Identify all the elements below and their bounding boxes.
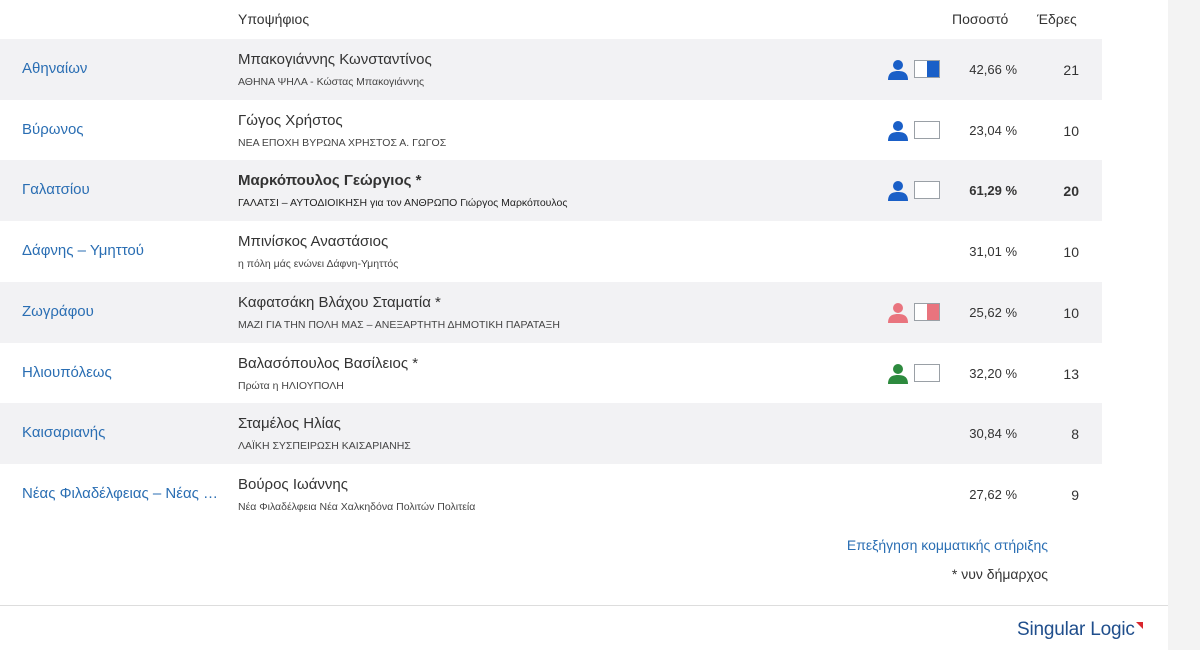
municipality-link[interactable]: Δάφνης – Υμηττού [22, 242, 144, 259]
person-icon [888, 60, 908, 80]
person-icon [888, 120, 908, 141]
seats-value: 21 [1063, 62, 1079, 78]
candidate-name: Μπακογιάννης Κωνσταντίνος [238, 51, 432, 68]
table-header: Υποψήφιος Ποσοστό Έδρες [0, 0, 1102, 38]
logo-mark-icon [1135, 622, 1143, 629]
person-icon [888, 363, 908, 384]
logo-text-singular: Singular [1017, 619, 1086, 640]
support-level-box [914, 363, 940, 382]
results-panel: Υποψήφιος Ποσοστό Έδρες Αθηναίων Μπακογιά… [0, 0, 1168, 650]
party-name: Πρώτα η ΗΛΙΟΥΠΟΛΗ [238, 379, 344, 392]
party-name: Νέα Φιλαδέλφεια Νέα Χαλκηδόνα Πολιτών Πο… [238, 500, 476, 513]
party-name: ΜΑΖΙ ΓΙΑ ΤΗΝ ΠΟΛΗ ΜΑΣ – ΑΝΕΞΑΡΤΗΤΗ ΔΗΜΟΤ… [238, 318, 560, 331]
percentage-value: 25,62 % [969, 304, 1017, 320]
header-candidate: Υποψήφιος [238, 11, 310, 27]
candidate-name: Μπινίσκος Αναστάσιος [238, 233, 389, 251]
table-row: Γαλατσίου Μαρκόπουλος Γεώργιος * ΓΑΛΑΤΣΙ –… [0, 160, 1102, 222]
person-icon [888, 302, 908, 323]
percentage-value: 42,66 % [969, 62, 1017, 77]
percentage-value: 23,04 % [969, 122, 1017, 138]
seats-value: 9 [1071, 486, 1079, 503]
support-level-box [914, 302, 940, 321]
logo-text-logic: Logic [1090, 619, 1135, 640]
candidate-name: Μαρκόπουλος Γεώργιος * [238, 172, 422, 190]
municipality-link[interactable]: Αθηναίων [22, 60, 87, 77]
table-row: Ηλιουπόλεως Βαλασόπουλος Βασίλειος * Πρώτα… [0, 343, 1102, 404]
candidate-name: Σταμέλος Ηλίας [238, 415, 341, 433]
percentage-value: 61,29 % [969, 183, 1017, 199]
seats-value: 13 [1063, 365, 1079, 382]
party-name: ΓΑΛΑΤΣΙ – ΑΥΤΟΔΙΟΙΚΗΣΗ για τον ΑΝΘΡΩΠΟ Γ… [238, 197, 568, 210]
municipality-link[interactable]: Ηλιουπόλεως [22, 364, 112, 381]
person-icon [888, 181, 908, 202]
candidate-name: Βαλασόπουλος Βασίλειος * [238, 354, 419, 372]
municipality-link[interactable]: Νέας Φιλαδέλφειας – Νέας Χαλκηδόνας [22, 485, 227, 502]
header-seats: Έδρες [1037, 11, 1077, 27]
seats-value: 20 [1063, 183, 1079, 200]
seats-value: 8 [1071, 426, 1079, 443]
percentage-value: 30,84 % [969, 426, 1017, 442]
party-support-indicator[interactable] [887, 120, 942, 142]
party-name: ΑΘΗΝΑ ΨΗΛΑ - Κώστας Μπακογιάννης [238, 76, 425, 88]
support-level-box [914, 60, 940, 78]
percentage-value: 31,01 % [969, 244, 1017, 260]
table-row: Ζωγράφου Καφατσάκη Βλάχου Σταματία * ΜΑΖΙ … [0, 281, 1102, 343]
party-support-indicator[interactable] [887, 180, 942, 202]
party-support-indicator[interactable] [887, 302, 942, 324]
party-name: ΝΕΑ ΕΠΟΧΗ ΒΥΡΩΝΑ ΧΡΗΣΤΟΣ Α. ΓΩΓΟΣ [238, 136, 447, 149]
candidate-name: Γώγος Χρήστος [238, 111, 343, 129]
incumbent-mayor-note: * νυν δήμαρχος [951, 566, 1048, 582]
municipality-link[interactable]: Ζωγράφου [22, 303, 94, 320]
percentage-value: 27,62 % [969, 486, 1017, 502]
municipality-link[interactable]: Βύρωνος [22, 121, 84, 138]
table-row: Νέας Φιλαδέλφειας – Νέας Χαλκηδόνας Βούρο… [0, 464, 1102, 525]
seats-value: 10 [1063, 244, 1079, 261]
footer-divider [0, 605, 1168, 606]
party-name: ΛΑΪΚΗ ΣΥΣΠΕΙΡΩΣΗ ΚΑΙΣΑΡΙΑΝΗΣ [238, 440, 411, 453]
seats-value: 10 [1063, 122, 1079, 139]
candidate-name: Βούρος Ιωάννης [238, 475, 348, 493]
singularlogic-logo: Singular Logic [1017, 619, 1143, 641]
table-row: Βύρωνος Γώγος Χρήστος ΝΕΑ ΕΠΟΧΗ ΒΥΡΩΝΑ ΧΡΗ… [0, 100, 1102, 161]
percentage-value: 32,20 % [969, 365, 1017, 381]
support-level-box [914, 181, 940, 200]
party-support-indicator[interactable] [887, 363, 942, 385]
candidate-name: Καφατσάκη Βλάχου Σταματία * [238, 293, 441, 311]
support-level-box [914, 120, 940, 139]
party-name: η πόλη μάς ενώνει Δάφνη-Υμηττός [238, 258, 399, 271]
party-support-indicator[interactable] [887, 59, 942, 81]
municipality-link[interactable]: Καισαριανής [22, 424, 105, 441]
header-percentage: Ποσοστό [952, 11, 1009, 27]
seats-value: 10 [1063, 304, 1079, 321]
table-row: Δάφνης – Υμηττού Μπινίσκος Αναστάσιος η πό… [0, 221, 1102, 282]
table-row: Καισαριανής Σταμέλος Ηλίας ΛΑΪΚΗ ΣΥΣΠΕΙΡΩΣ… [0, 403, 1102, 465]
table-row: Αθηναίων Μπακογιάννης Κωνσταντίνος ΑΘΗΝΑ Ψ… [0, 39, 1102, 100]
municipality-link[interactable]: Γαλατσίου [22, 181, 90, 198]
party-support-explanation-link[interactable]: Επεξήγηση κομματικής στήριξης [847, 537, 1048, 553]
